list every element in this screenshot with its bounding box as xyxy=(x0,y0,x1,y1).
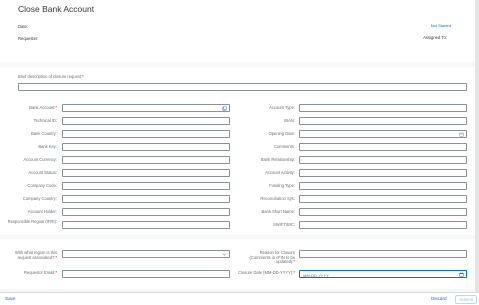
left-field-input[interactable] xyxy=(62,169,230,177)
value-help-icon[interactable] xyxy=(222,106,227,111)
left-field-label: Company Code: xyxy=(27,182,57,188)
left-field-label: Company Country: xyxy=(22,195,57,201)
left-field-label: Account Currency: xyxy=(23,156,57,162)
right-field-label: Reconciliation Sys: xyxy=(260,195,295,201)
left-field-input[interactable] xyxy=(62,156,230,164)
left-field-input[interactable] xyxy=(62,195,230,203)
left-field-input[interactable] xyxy=(62,104,230,112)
discard-button[interactable]: Discard xyxy=(431,296,447,301)
chevron-down-icon xyxy=(222,253,227,256)
right-field-label: Account Activity: xyxy=(265,169,295,175)
right-field-input[interactable] xyxy=(299,221,467,229)
right-field-label: Bank Short Name: xyxy=(261,208,295,214)
right-field-input[interactable] xyxy=(299,208,467,216)
left-field-input[interactable] xyxy=(62,208,230,216)
left-field-input[interactable] xyxy=(62,143,230,151)
right-field-label: SWIFT/BIC: xyxy=(273,221,295,227)
right-field-label: Funding Type: xyxy=(269,182,295,188)
left-field-label: Account Holder: xyxy=(27,208,57,214)
page-header: Close Bank Account Date: Requester: Not … xyxy=(0,0,479,62)
status-link[interactable]: Not Started xyxy=(431,23,451,28)
closure-date-label: Closure Date (MM-DD-YYYY):* xyxy=(238,270,295,275)
right-field-input[interactable] xyxy=(299,195,467,203)
description-label: Brief description of closure request:* xyxy=(18,74,84,79)
save-button[interactable]: Save xyxy=(5,296,15,301)
right-field-label: Account Type: xyxy=(269,104,295,110)
left-field-input[interactable] xyxy=(62,117,230,125)
description-section: Brief description of closure request:* xyxy=(0,67,479,100)
region-dropdown[interactable] xyxy=(62,250,230,258)
left-field-input[interactable] xyxy=(62,221,230,229)
left-field-input[interactable] xyxy=(62,130,230,138)
closure-date-input[interactable]: MM-DD-YYYY xyxy=(299,270,467,278)
right-field-input[interactable] xyxy=(299,117,467,125)
left-field-label: Responsible Region (IFRI): xyxy=(7,219,57,224)
date-label: Date: xyxy=(18,24,29,29)
page-title: Close Bank Account xyxy=(18,4,95,14)
submit-button[interactable]: Submit xyxy=(455,294,477,304)
reason-input[interactable] xyxy=(299,250,467,258)
right-field-input[interactable] xyxy=(299,156,467,164)
footer-toolbar: Save Discard Submit xyxy=(0,292,479,305)
vertical-scrollbar[interactable] xyxy=(475,0,479,292)
calendar-icon[interactable] xyxy=(459,272,464,277)
right-field-input[interactable] xyxy=(299,104,467,112)
right-field-input[interactable] xyxy=(299,169,467,177)
right-field-label: IBAN: xyxy=(284,117,295,123)
reason-label: Reason for Closure (Comments in cFIN to … xyxy=(249,250,296,265)
right-field-input[interactable] xyxy=(299,130,467,138)
assigned-to-label: Assigned To: xyxy=(423,35,447,40)
closure-details-section: With what region is this request associa… xyxy=(0,239,479,289)
left-field-label: Account Status: xyxy=(28,169,57,175)
email-input[interactable] xyxy=(62,270,230,278)
left-field-label: Bank Country: xyxy=(31,130,57,136)
email-label: Requestor Email:* xyxy=(24,270,57,275)
left-field-label: Bank Account:* xyxy=(29,104,57,110)
left-field-label: Technical ID: xyxy=(33,117,57,123)
right-field-input[interactable] xyxy=(299,143,467,151)
requester-label: Requester: xyxy=(18,36,39,41)
right-field-label: Opening Date: xyxy=(268,130,295,136)
closure-date-placeholder: MM-DD-YYYY xyxy=(303,272,329,278)
right-field-label: Comments: xyxy=(274,143,295,149)
right-field-label: Bank Relationship: xyxy=(260,156,295,162)
right-field-input[interactable] xyxy=(299,182,467,190)
description-input[interactable] xyxy=(18,83,467,91)
left-field-label: Bank Key: xyxy=(38,143,57,149)
calendar-icon[interactable] xyxy=(459,132,464,137)
account-details-section: Bank Account:* Technical ID: Bank Country:… xyxy=(0,100,479,235)
region-label: With what region is this request associa… xyxy=(14,250,57,260)
left-field-input[interactable] xyxy=(62,182,230,190)
